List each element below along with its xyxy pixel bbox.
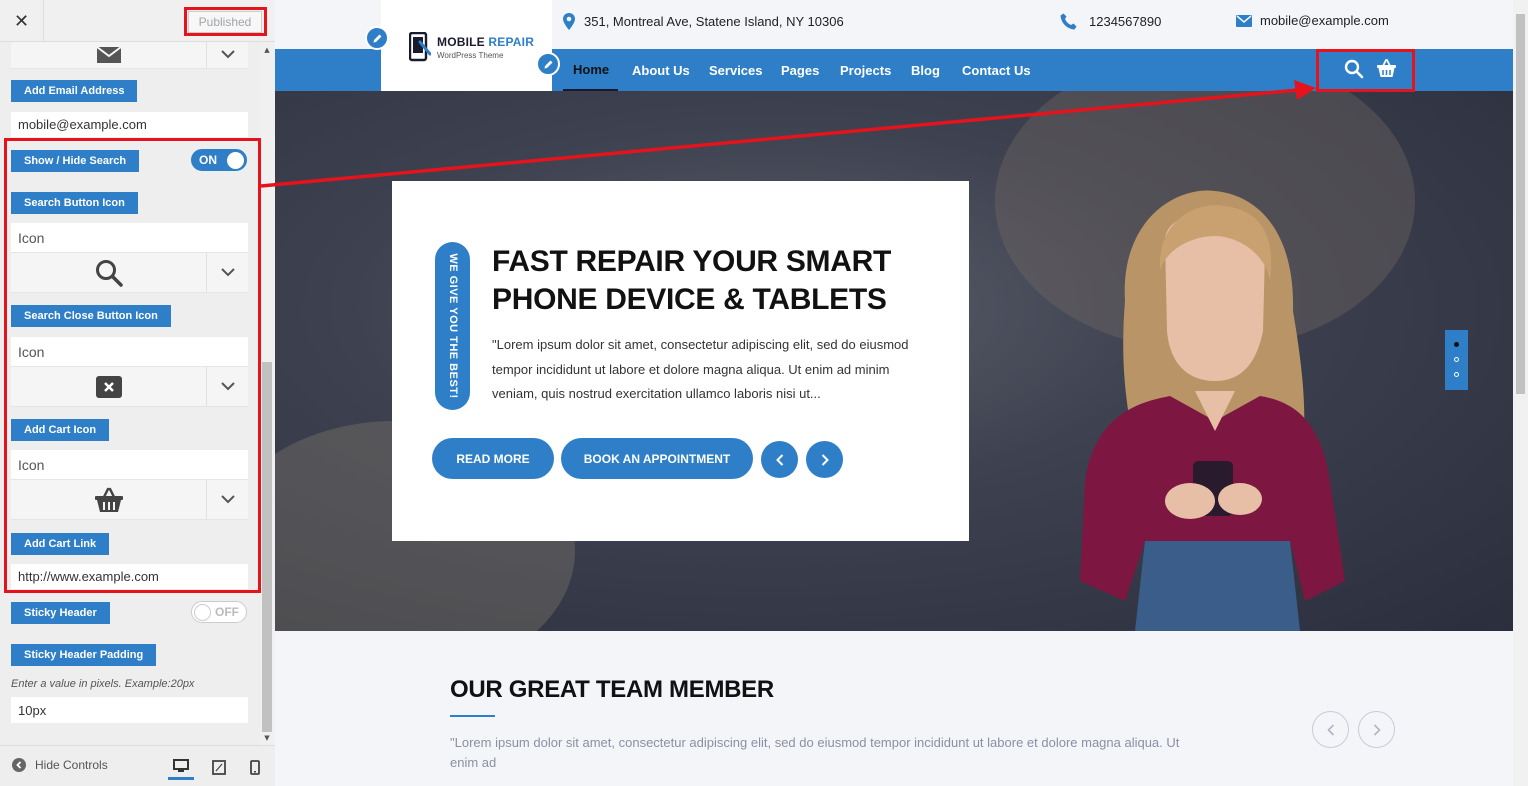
search-icon-selector[interactable] xyxy=(11,252,248,293)
cart-link-field[interactable]: http://www.example.com xyxy=(11,564,248,589)
team-section-title: OUR GREAT TEAM MEMBER xyxy=(450,676,774,703)
hide-controls-button[interactable]: Hide Controls xyxy=(12,758,108,772)
topbar-email: mobile@example.com xyxy=(1236,13,1389,28)
hero-title: FAST REPAIR YOUR SMART PHONE DEVICE & TA… xyxy=(492,245,891,316)
team-next-button[interactable] xyxy=(1358,711,1395,748)
title-underline xyxy=(450,715,495,717)
topbar-phone: 1234567890 xyxy=(1060,13,1161,30)
nav-about-us[interactable]: About Us xyxy=(632,49,690,91)
logo-title-part2: REPAIR xyxy=(488,34,535,49)
topbar-address: 351, Montreal Ave, Statene Island, NY 10… xyxy=(563,13,844,30)
tablet-icon xyxy=(212,759,226,775)
desktop-preview-button[interactable] xyxy=(168,754,194,780)
phone-icon xyxy=(1060,13,1077,30)
chevron-left-icon xyxy=(1326,723,1334,736)
search-icon-input[interactable]: Icon xyxy=(11,223,248,252)
team-section: OUR GREAT TEAM MEMBER "Lorem ipsum dolor… xyxy=(275,631,1513,786)
hero-next-button[interactable] xyxy=(806,441,843,478)
desktop-icon xyxy=(173,758,189,772)
map-marker-icon xyxy=(563,13,575,30)
search-button-icon-label: Search Button Icon xyxy=(11,192,138,214)
woman-with-phone-image xyxy=(1080,190,1345,631)
site-preview: 351, Montreal Ave, Statene Island, NY 10… xyxy=(275,0,1513,786)
site-logo[interactable]: MOBILE REPAIR WordPress Theme xyxy=(381,0,552,91)
nav-contact-us[interactable]: Contact Us xyxy=(962,49,1031,91)
hide-controls-label: Hide Controls xyxy=(35,758,108,772)
close-customizer-button[interactable]: ✕ xyxy=(0,0,44,42)
email-address-field[interactable]: mobile@example.com xyxy=(11,112,248,137)
customizer-header: ✕ Published xyxy=(0,0,275,42)
scroll-down-arrow-icon[interactable]: ▼ xyxy=(262,734,272,742)
customizer-controls-panel[interactable]: Add Email Address mobile@example.com Sho… xyxy=(0,42,260,745)
hero-text: "Lorem ipsum dolor sit amet, consectetur… xyxy=(492,337,909,401)
chevron-left-icon xyxy=(775,453,783,466)
team-prev-button[interactable] xyxy=(1312,711,1349,748)
tablet-preview-button[interactable] xyxy=(206,754,232,780)
page-scroll-thumb[interactable] xyxy=(1516,14,1525,394)
sidebar-scroll-thumb[interactable] xyxy=(262,362,272,732)
logo-subtitle: WordPress Theme xyxy=(437,50,504,60)
search-icon xyxy=(11,253,206,292)
mobile-preview-button[interactable] xyxy=(242,754,268,780)
page-scrollbar[interactable] xyxy=(1513,0,1528,786)
chevron-down-icon[interactable] xyxy=(206,42,248,68)
edit-logo-pencil-icon[interactable] xyxy=(365,26,389,50)
email-icon xyxy=(11,42,206,68)
slider-dot-2[interactable] xyxy=(1454,357,1459,362)
read-more-button[interactable]: READ MORE xyxy=(432,438,554,479)
search-close-icon-input[interactable]: Icon xyxy=(11,337,248,366)
collapse-icon xyxy=(12,758,26,772)
nav-pages[interactable]: Pages xyxy=(781,49,819,91)
slider-pagination xyxy=(1445,330,1468,390)
sticky-header-label: Sticky Header xyxy=(11,602,110,624)
close-icon xyxy=(11,367,206,406)
book-appointment-button[interactable]: BOOK AN APPOINTMENT xyxy=(561,438,753,479)
customizer-footer: Hide Controls xyxy=(0,745,275,786)
cart-icon-selector[interactable] xyxy=(11,479,248,520)
cart-link-label: Add Cart Link xyxy=(11,533,110,555)
hero-tagline: WE GIVE YOU THE BEST! xyxy=(435,242,470,410)
chevron-right-icon xyxy=(1373,723,1381,736)
sticky-padding-hint: Enter a value in pixels. Example:20px xyxy=(11,678,195,690)
cart-icon-input[interactable]: Icon xyxy=(11,450,248,479)
chevron-down-icon[interactable] xyxy=(206,480,248,519)
nav-home[interactable]: Home xyxy=(563,49,618,91)
search-toggle[interactable]: ON xyxy=(191,149,247,171)
logo-title-part1: MOBILE xyxy=(437,34,485,49)
basket-icon[interactable] xyxy=(1376,59,1397,83)
sticky-padding-field[interactable]: 10px xyxy=(11,697,248,723)
show-hide-search-label: Show / Hide Search xyxy=(11,150,140,172)
envelope-icon xyxy=(1236,14,1252,27)
hero-slider: WE GIVE YOU THE BEST! FAST REPAIR YOUR S… xyxy=(275,91,1513,631)
email-icon-selector[interactable] xyxy=(11,42,248,69)
search-close-icon-label: Search Close Button Icon xyxy=(11,305,171,327)
sticky-header-toggle[interactable]: OFF xyxy=(191,601,247,623)
customizer-sidebar: ✕ Published Add Email Address mobile@exa… xyxy=(0,0,275,786)
edit-menu-pencil-icon[interactable] xyxy=(536,52,560,76)
scroll-up-arrow-icon[interactable]: ▲ xyxy=(262,46,272,54)
nav-blog[interactable]: Blog xyxy=(911,49,940,91)
chevron-down-icon[interactable] xyxy=(206,367,248,406)
published-button[interactable]: Published xyxy=(188,11,262,33)
slider-dot-3[interactable] xyxy=(1454,372,1459,377)
search-close-icon-selector[interactable] xyxy=(11,366,248,407)
cart-icon-label: Add Cart Icon xyxy=(11,419,110,441)
phone-repair-icon xyxy=(409,32,431,62)
chevron-down-icon[interactable] xyxy=(206,253,248,292)
slider-dot-1[interactable] xyxy=(1454,342,1459,347)
search-icon[interactable] xyxy=(1344,59,1364,84)
nav-projects[interactable]: Projects xyxy=(840,49,891,91)
hero-card: WE GIVE YOU THE BEST! FAST REPAIR YOUR S… xyxy=(392,181,969,541)
chevron-right-icon xyxy=(821,453,829,466)
sticky-header-padding-label: Sticky Header Padding xyxy=(11,644,157,666)
basket-icon xyxy=(11,480,206,519)
team-section-text: "Lorem ipsum dolor sit amet, consectetur… xyxy=(450,735,1180,770)
nav-services[interactable]: Services xyxy=(709,49,763,91)
mobile-icon xyxy=(250,759,260,775)
email-address-label: Add Email Address xyxy=(11,80,138,102)
hero-prev-button[interactable] xyxy=(761,441,798,478)
